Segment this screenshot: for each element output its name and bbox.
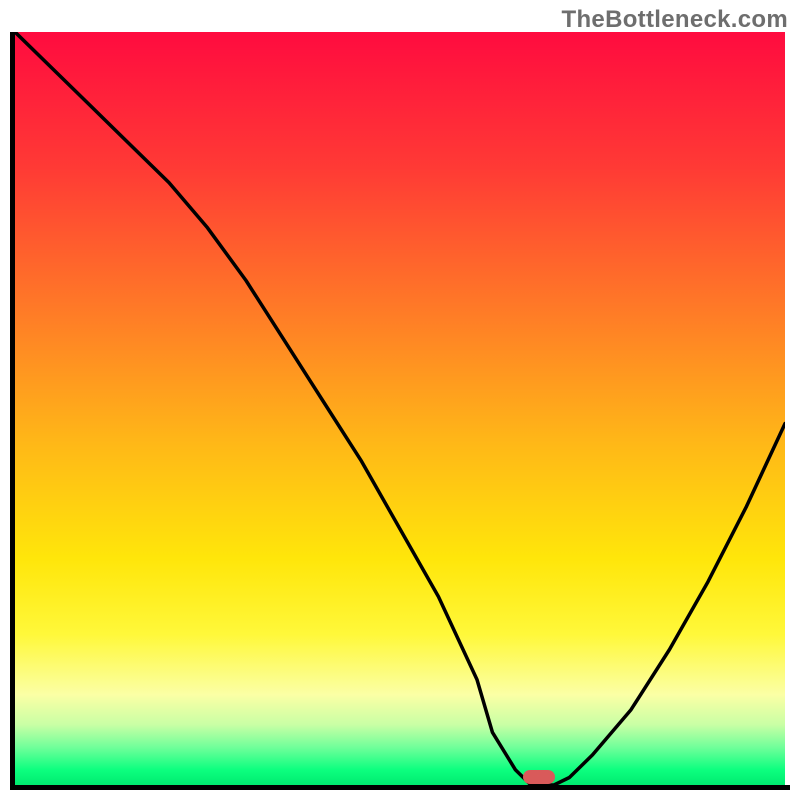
y-axis bbox=[10, 32, 15, 785]
bottleneck-curve bbox=[15, 32, 785, 785]
x-axis bbox=[10, 785, 790, 790]
optimal-point-marker bbox=[523, 770, 555, 784]
chart-frame: TheBottleneck.com bbox=[0, 0, 800, 800]
watermark-text: TheBottleneck.com bbox=[562, 6, 788, 34]
